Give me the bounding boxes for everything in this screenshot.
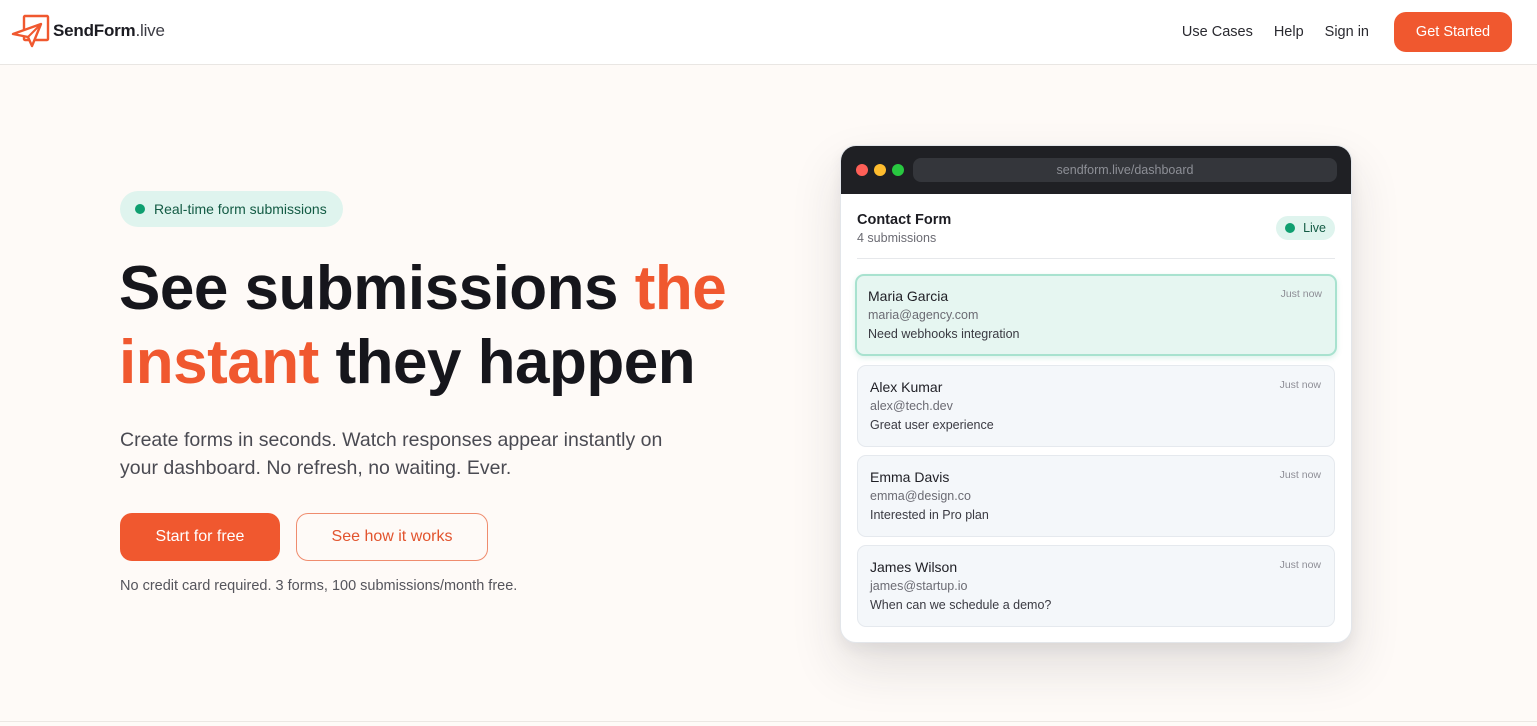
submission-message: When can we schedule a demo? <box>870 598 1052 612</box>
brand-name: SendForm <box>53 21 136 40</box>
nav-link-use-cases[interactable]: Use Cases <box>1182 12 1253 52</box>
pricing-fineprint: No credit card required. 3 forms, 100 su… <box>120 578 518 594</box>
submission-time: Just now <box>1279 559 1321 571</box>
headline-accent-2: instant <box>119 328 319 397</box>
submission-count: 4 submissions <box>857 231 937 245</box>
submission-time: Just now <box>1280 288 1322 300</box>
url-bar: sendform.live/dashboard <box>913 158 1337 182</box>
submitter-name: Alex Kumar <box>870 379 943 395</box>
submitter-email: emma@design.co <box>870 489 971 503</box>
submission-card: Emma Davis emma@design.co Interested in … <box>857 455 1335 537</box>
see-how-it-works-button[interactable]: See how it works <box>296 513 488 561</box>
submission-card: Maria Garcia maria@agency.com Need webho… <box>855 274 1337 356</box>
form-title: Contact Form <box>857 212 952 228</box>
submitter-name: Emma Davis <box>870 469 950 485</box>
start-for-free-button[interactable]: Start for free <box>120 513 280 561</box>
section-divider <box>0 721 1537 722</box>
dashboard-preview-window: sendform.live/dashboard Contact Form 4 s… <box>840 145 1352 643</box>
close-window-icon <box>856 164 868 176</box>
top-nav: Use Cases Help Sign in Get Started <box>1182 12 1512 52</box>
nav-link-help[interactable]: Help <box>1274 12 1304 52</box>
site-header: SendForm.live Use Cases Help Sign in Get… <box>0 0 1537 65</box>
nav-link-sign-in[interactable]: Sign in <box>1325 12 1369 52</box>
headline-part-2: they happen <box>318 328 696 397</box>
minimize-window-icon <box>874 164 886 176</box>
submission-message: Great user experience <box>870 418 994 432</box>
status-dot-icon <box>135 204 145 214</box>
hero-subtext: Create forms in seconds. Watch responses… <box>120 429 663 479</box>
realtime-badge: Real-time form submissions <box>120 191 343 227</box>
maximize-window-icon <box>892 164 904 176</box>
submitter-name: Maria Garcia <box>868 288 949 304</box>
live-status-badge: Live <box>1276 216 1335 240</box>
logo[interactable]: SendForm.live <box>11 14 165 48</box>
submitter-email: james@startup.io <box>870 579 968 593</box>
window-titlebar: sendform.live/dashboard <box>841 146 1351 194</box>
paper-plane-logo-icon <box>11 14 50 48</box>
get-started-button[interactable]: Get Started <box>1394 12 1512 52</box>
submitter-email: maria@agency.com <box>868 308 979 322</box>
logo-text: SendForm.live <box>53 21 165 41</box>
headline-part-1: See submissions <box>119 254 635 323</box>
submitter-name: James Wilson <box>870 559 958 575</box>
submission-card: James Wilson james@startup.io When can w… <box>857 545 1335 627</box>
submitter-email: alex@tech.dev <box>870 399 953 413</box>
header-divider <box>857 258 1335 259</box>
submission-message: Interested in Pro plan <box>870 508 989 522</box>
hero-headline: See submissions the instant they happen <box>119 252 799 400</box>
headline-accent-1: the <box>634 254 727 323</box>
submission-time: Just now <box>1279 469 1321 481</box>
live-label: Live <box>1303 221 1326 235</box>
badge-label: Real-time form submissions <box>154 201 327 217</box>
submission-message: Need webhooks integration <box>868 327 1020 341</box>
submission-time: Just now <box>1279 379 1321 391</box>
live-dot-icon <box>1285 223 1296 233</box>
submission-card: Alex Kumar alex@tech.dev Great user expe… <box>857 365 1335 447</box>
brand-tld: .live <box>135 21 165 40</box>
